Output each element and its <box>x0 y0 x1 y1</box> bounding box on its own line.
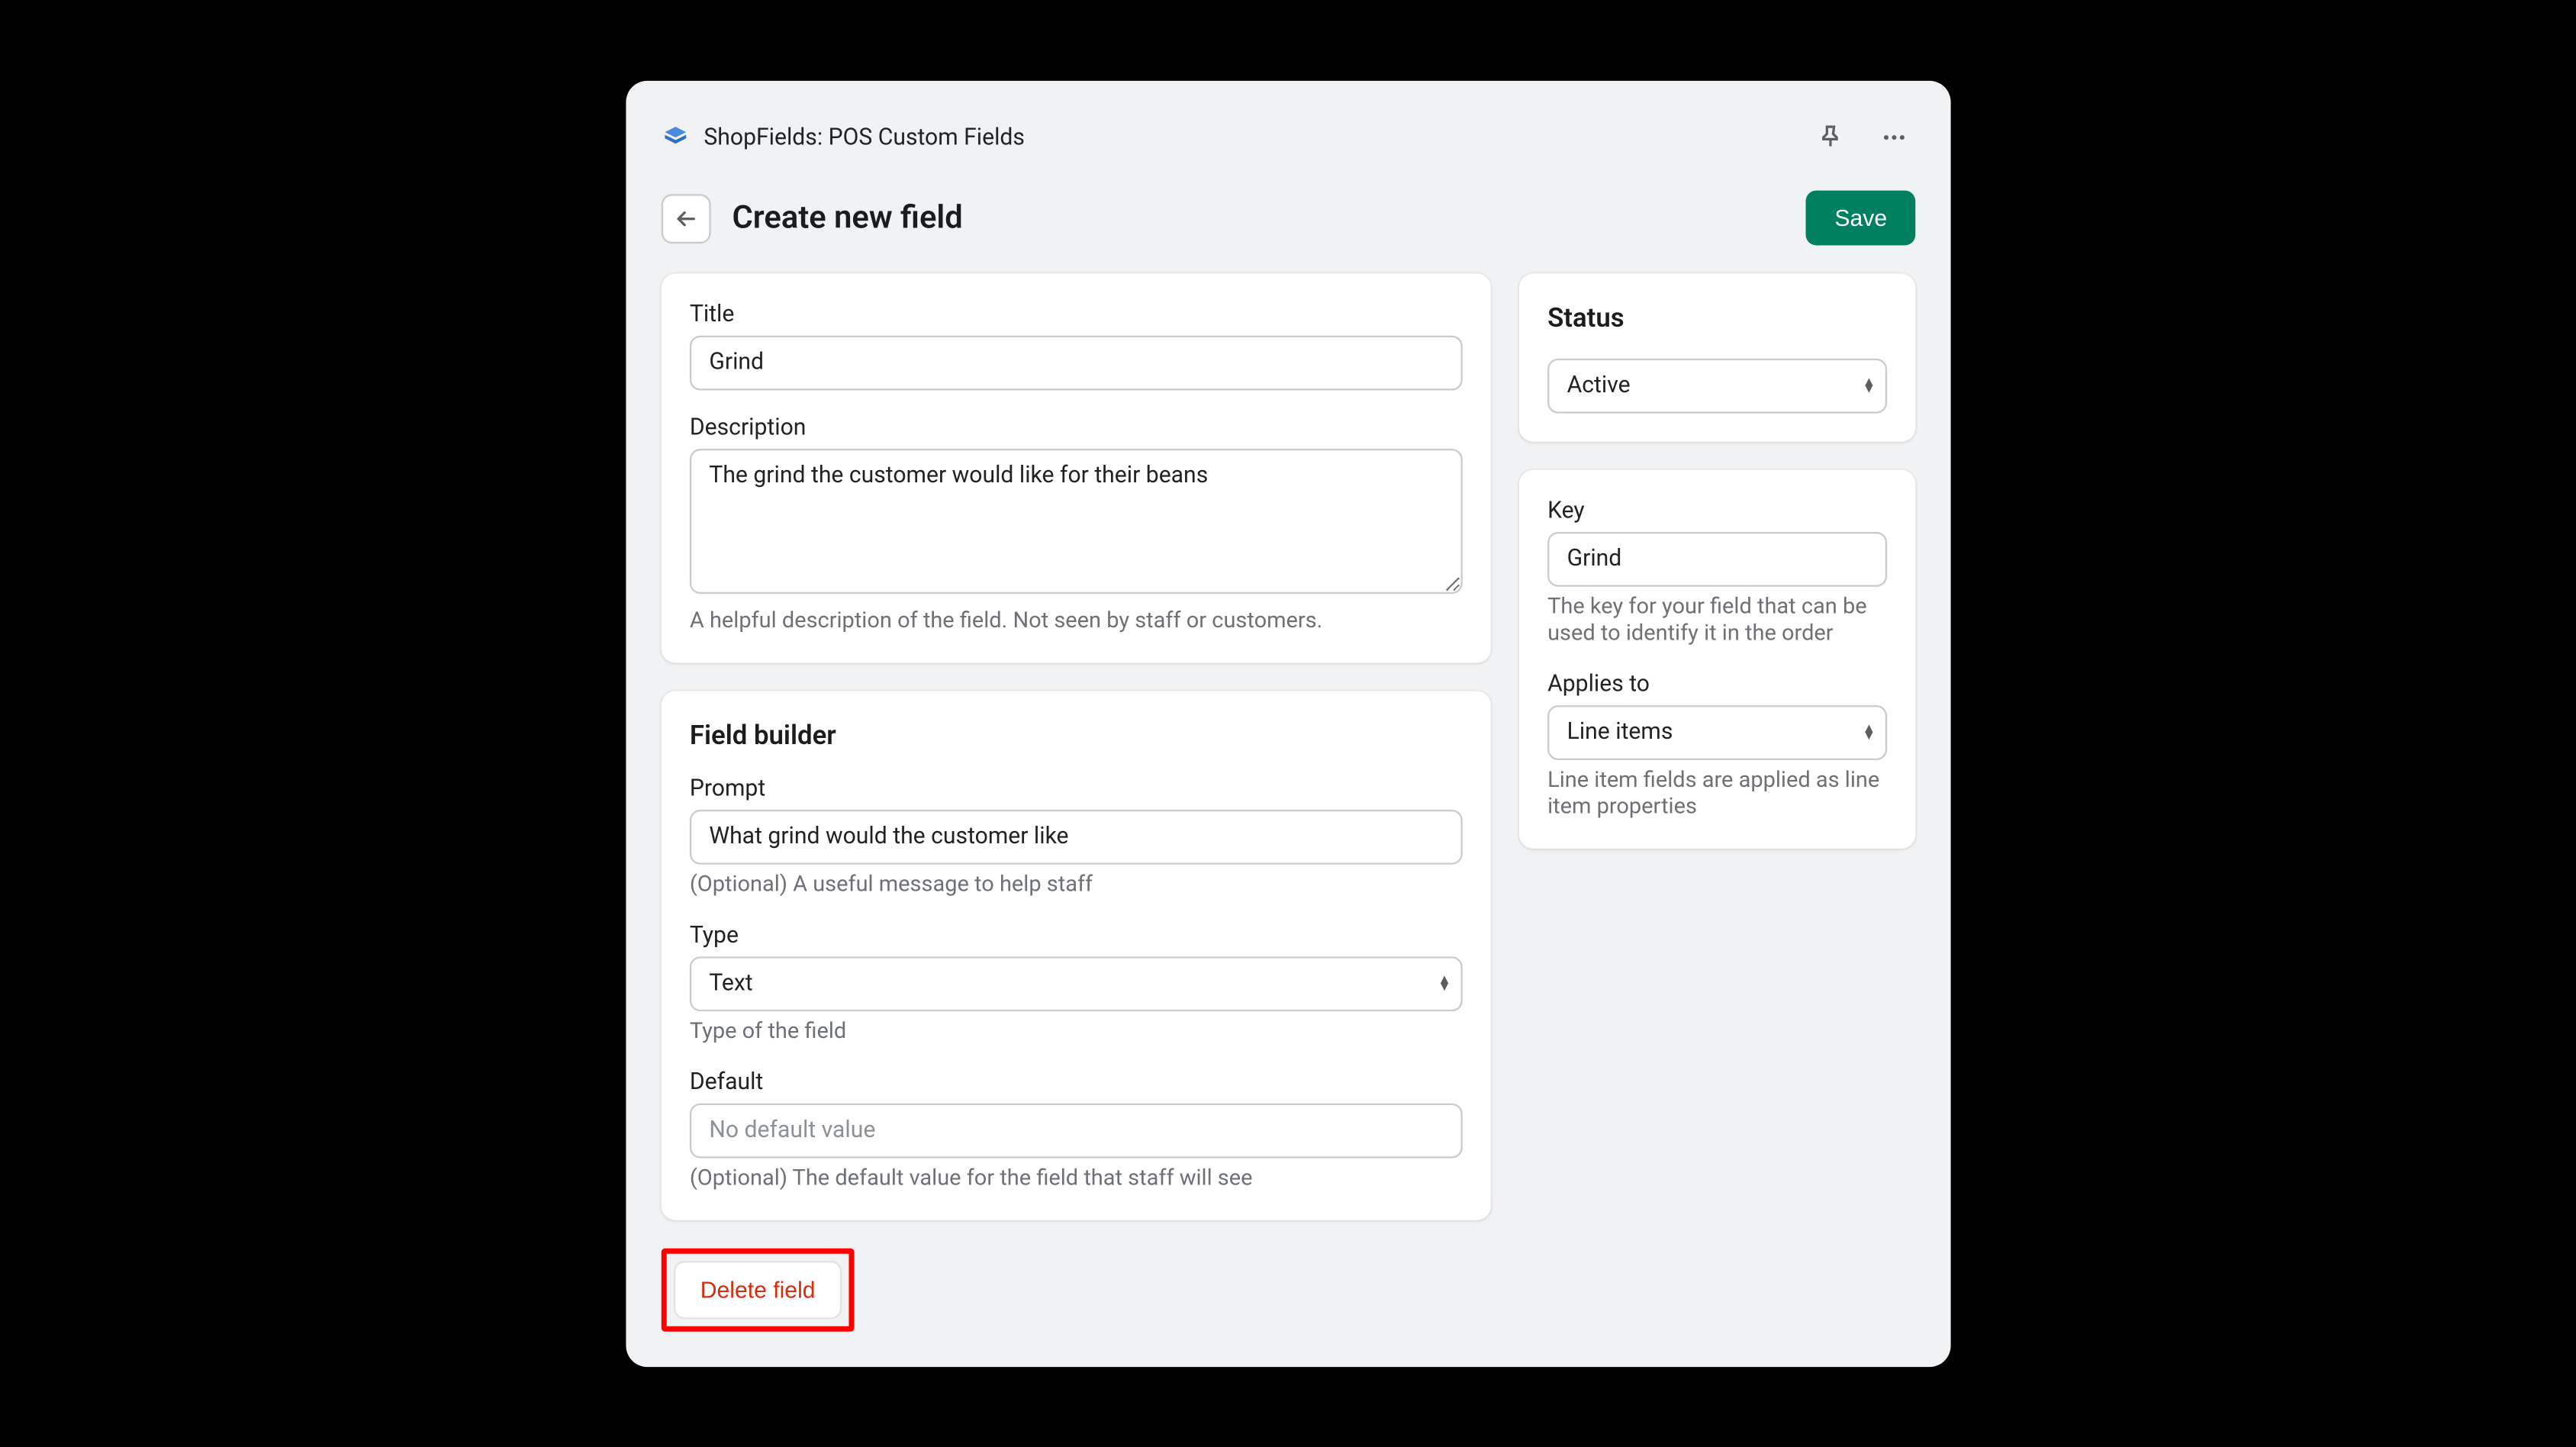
prompt-label: Prompt <box>689 775 1462 802</box>
prompt-input[interactable] <box>689 809 1462 864</box>
description-help: A helpful description of the field. Not … <box>689 607 1462 634</box>
page-header: Create new field Save <box>661 190 1914 245</box>
default-input[interactable] <box>689 1103 1462 1158</box>
applies-to-select[interactable]: Line items <box>1547 705 1887 760</box>
type-select[interactable]: Text <box>689 956 1462 1011</box>
topbar-actions <box>1809 116 1915 159</box>
key-group: Key The key for your field that can be u… <box>1547 498 1887 646</box>
back-button[interactable] <box>661 193 710 243</box>
status-select[interactable]: Active <box>1547 358 1887 413</box>
topbar: ShopFields: POS Custom Fields <box>661 116 1914 159</box>
prompt-help: (Optional) A useful message to help staf… <box>689 872 1462 898</box>
title-input[interactable] <box>689 335 1462 390</box>
key-label: Key <box>1547 498 1887 524</box>
description-group: Description A helpful description of the… <box>689 415 1462 634</box>
card-field-builder: Field builder Prompt (Optional) A useful… <box>661 691 1490 1220</box>
more-button[interactable] <box>1872 116 1915 159</box>
type-group: Type Text ▴▾ Type of the field <box>689 923 1462 1045</box>
key-input[interactable] <box>1547 531 1887 586</box>
app-icon <box>661 123 689 151</box>
delete-highlight: Delete field <box>661 1248 854 1331</box>
type-label: Type <box>689 923 1462 949</box>
applies-to-group: Applies to Line items ▴▾ Line item field… <box>1547 672 1887 820</box>
app-name-label: ShopFields: POS Custom Fields <box>704 124 1025 150</box>
card-meta: Key The key for your field that can be u… <box>1518 469 1914 848</box>
applies-to-help: Line item fields are applied as line ite… <box>1547 767 1887 820</box>
card-basic: Title Description A helpful description … <box>661 273 1490 662</box>
app-window: ShopFields: POS Custom Fields Create new… <box>626 80 1950 1366</box>
description-label: Description <box>689 415 1462 442</box>
card-status: Status Active ▴▾ <box>1518 273 1914 441</box>
description-textarea[interactable] <box>689 449 1462 594</box>
applies-to-label: Applies to <box>1547 672 1887 698</box>
main-column: Title Description A helpful description … <box>661 273 1490 1331</box>
page-header-left: Create new field <box>661 193 962 243</box>
delete-field-button[interactable]: Delete field <box>673 1261 841 1319</box>
app-brand: ShopFields: POS Custom Fields <box>661 123 1024 151</box>
prompt-group: Prompt (Optional) A useful message to he… <box>689 775 1462 898</box>
side-column: Status Active ▴▾ Key The key for your fi… <box>1518 273 1914 876</box>
type-help: Type of the field <box>689 1018 1462 1045</box>
save-button[interactable]: Save <box>1806 190 1915 245</box>
field-builder-heading: Field builder <box>689 719 1462 751</box>
default-help: (Optional) The default value for the fie… <box>689 1165 1462 1191</box>
status-heading: Status <box>1547 301 1887 334</box>
columns: Title Description A helpful description … <box>661 273 1914 1331</box>
default-label: Default <box>689 1069 1462 1096</box>
pin-button[interactable] <box>1809 116 1852 159</box>
default-group: Default (Optional) The default value for… <box>689 1069 1462 1191</box>
page-title: Create new field <box>732 199 962 237</box>
key-help: The key for your field that can be used … <box>1547 594 1887 647</box>
title-label: Title <box>689 301 1462 328</box>
title-group: Title <box>689 301 1462 390</box>
